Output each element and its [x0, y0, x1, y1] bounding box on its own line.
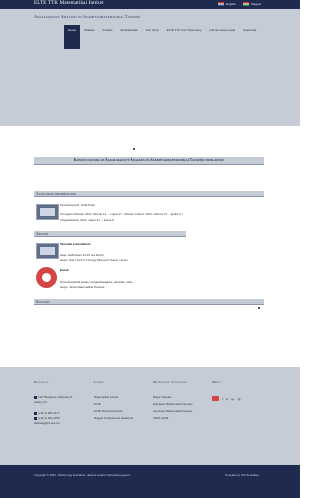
- nav-oktatas[interactable]: Oktatás: [80, 25, 98, 49]
- footer-link-4[interactable]: Magyar Tudományos Akadémia: [94, 416, 133, 420]
- nav-munkatarsak[interactable]: Munkatársak: [117, 25, 142, 49]
- template-credit[interactable]: Template by CSI Templates: [225, 473, 259, 477]
- general-info-image: [36, 204, 59, 220]
- facebook-icon[interactable]: f: [222, 397, 223, 401]
- footer-society-3[interactable]: American Mathematical Society: [153, 409, 192, 413]
- footer-society-4[interactable]: SIAM, EAMI: [153, 416, 168, 420]
- footer-phone-2[interactable]: (+36 1) 381-2158: [34, 416, 60, 420]
- main-nav: Home Oktatás Kutatás Munkatársak Kari hí…: [64, 25, 260, 49]
- footer-societies-heading: Matematikai Társulatok: [153, 380, 188, 384]
- nav-esemenyek[interactable]: Intézeti események: [205, 25, 239, 49]
- nav-kari-tudomany[interactable]: ELTE TTK Kari Tudomány: [163, 25, 206, 49]
- general-info-line-2: Szorgalmi időszak: 2024. február 12. – m…: [60, 212, 183, 216]
- footer-link-2[interactable]: ELTE: [94, 402, 101, 406]
- event-line-2: Helye: János Matematikai Tanszék: [60, 285, 105, 289]
- nav-kapcsolat[interactable]: Kapcsolat: [239, 25, 260, 49]
- footer-links-heading: Linkek: [94, 380, 104, 384]
- hungarian-flag-icon: [243, 2, 249, 6]
- footer-society-2[interactable]: European Mathematical Society: [153, 402, 193, 406]
- seminar-image: [36, 243, 59, 259]
- footer-media-heading: Média: [212, 380, 221, 384]
- seminar-line-2: Helye: D4é Tömb 3-713-ügy Microsoft Team…: [60, 258, 128, 262]
- general-info-line-1: Tanszékvezető: Izsák Péter: [60, 203, 96, 207]
- bottom-bar: Copyright © 2024 - Minden jog fenntartva…: [0, 465, 300, 498]
- footer-email[interactable]: titkarsag@cs.elte.hu: [34, 421, 59, 425]
- site-brand[interactable]: ELTE TTK Matematikai Intézet: [34, 1, 104, 6]
- footer-address-1: 1117 Budapest, Pázmány P.: [34, 395, 73, 399]
- copyright-text: Copyright © 2024 - Minden jog fenntartva…: [34, 473, 131, 477]
- footer-society-1[interactable]: Bolyai Társulat: [153, 395, 171, 399]
- youtube-icon[interactable]: [212, 396, 219, 401]
- googleplus-icon[interactable]: g+: [231, 397, 234, 401]
- event-logo: [36, 267, 57, 288]
- section-activities: Aktivit: [34, 231, 186, 237]
- section-general-info: Általános információk: [34, 191, 264, 197]
- footer-address-2: sétány 1/C: [34, 400, 48, 404]
- nav-kari-hirek[interactable]: Kari hírek: [142, 25, 163, 49]
- section-research: Kutatás: [34, 299, 264, 305]
- social-links: f in g+ @: [212, 396, 241, 401]
- footer-link-3[interactable]: ELTE Rényi Központok: [94, 409, 123, 413]
- linkedin-icon[interactable]: in: [226, 397, 228, 401]
- language-magyar[interactable]: Magyar: [243, 2, 261, 6]
- footer-contact-heading: Kapcsolat: [34, 380, 49, 384]
- general-info-line-3: Vizsgaidőszak: 2024. május 21. – június …: [60, 218, 115, 222]
- footer: Kapcsolat 1117 Budapest, Pázmány P. sétá…: [0, 367, 300, 465]
- language-magyar-label: Magyar: [251, 2, 262, 6]
- event-title[interactable]: Esnek: [60, 268, 69, 272]
- nav-home[interactable]: Home: [64, 25, 81, 49]
- phone-icon: [34, 411, 37, 415]
- department-title: Alkalmazott Analízis és Számításmatemati…: [34, 14, 141, 19]
- email-icon[interactable]: @: [238, 397, 241, 401]
- location-icon: [34, 395, 37, 399]
- center-title: Konzultációk az Alkalmazott Analízis és …: [34, 157, 264, 165]
- language-english-label: English: [226, 2, 236, 6]
- seminar-title[interactable]: Tanszéki szeminárium: [60, 242, 90, 246]
- research-dot[interactable]: [258, 307, 260, 309]
- seminar-line-1: Ideje: Hétfőnként 14-15 óra között: [60, 253, 104, 257]
- nav-kutatas[interactable]: Kutatás: [98, 25, 116, 49]
- footer-link-1[interactable]: Matematikai Intézet: [94, 395, 118, 399]
- event-line-1: Numerikuséridő kutató, közgazdaságtani, …: [60, 280, 134, 284]
- language-english[interactable]: English: [218, 2, 236, 6]
- fax-icon: [34, 416, 37, 420]
- footer-phone-1[interactable]: (+36 1) 381-2177: [34, 411, 60, 415]
- english-flag-icon: [218, 2, 224, 6]
- slider-dot[interactable]: [133, 148, 135, 150]
- header-hero: Alkalmazott Analízis és Számításmatemati…: [0, 9, 300, 126]
- top-bar: ELTE TTK Matematikai Intézet English Mag…: [0, 0, 300, 9]
